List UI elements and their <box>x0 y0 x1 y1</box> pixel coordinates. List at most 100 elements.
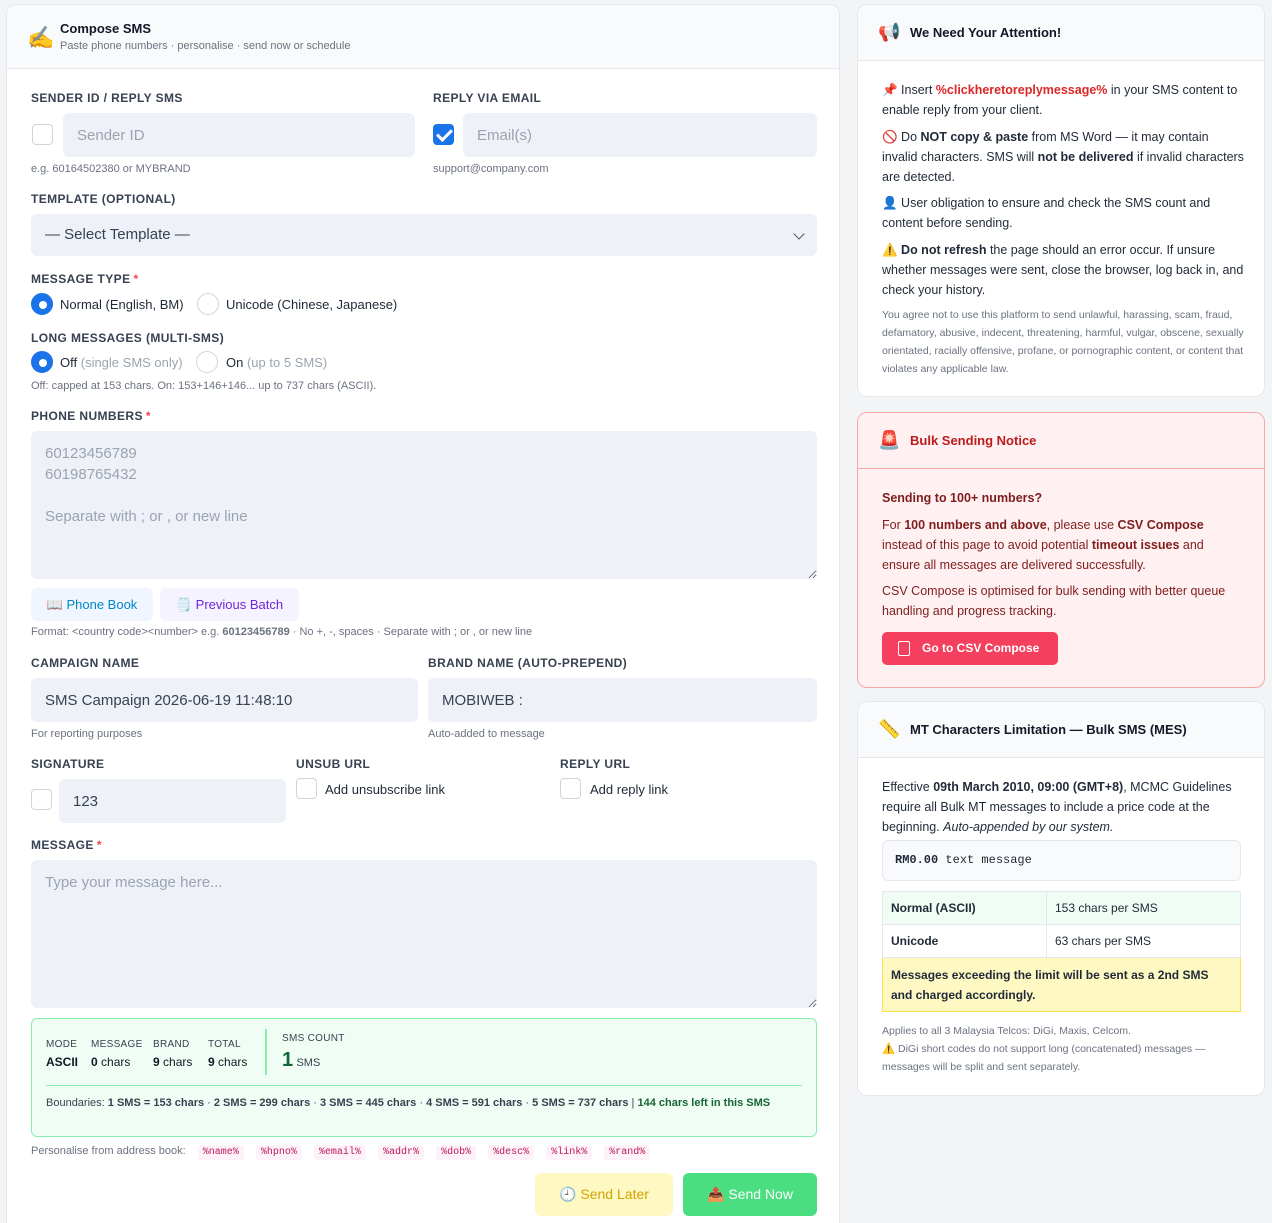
attention-title: We Need Your Attention! <box>910 25 1062 40</box>
sms-boundaries: Boundaries: 1 SMS = 153 chars · 2 SMS = … <box>46 1097 771 1109</box>
radio-unicode[interactable] <box>197 293 219 315</box>
radio-long-off[interactable] <box>31 351 53 373</box>
phone-book-button[interactable]: 📖 Phone Book <box>31 588 153 621</box>
sender-id-input[interactable] <box>63 113 415 157</box>
compose-header: ✍️ Compose SMS Paste phone numbers · per… <box>7 5 839 69</box>
attention-terms: You agree not to use this platform to se… <box>882 309 1244 375</box>
compose-subtitle: Paste phone numbers · personalise · send… <box>60 40 351 52</box>
sms-stats-panel: MODE ASCII MESSAGE 0 chars BRAND 9 chars… <box>31 1018 817 1137</box>
tag-link[interactable]: %link% <box>546 1145 593 1160</box>
bulk-notice-card: 🚨 Bulk Sending Notice Sending to 100+ nu… <box>857 412 1265 688</box>
long-messages-help: Off: capped at 153 chars. On: 153+146+14… <box>31 380 377 392</box>
campaign-name-label: CAMPAIGN NAME <box>31 656 140 670</box>
signature-input[interactable] <box>59 779 286 823</box>
brand-name-input[interactable] <box>428 678 817 722</box>
sender-help: e.g. 60164502380 or MYBRAND <box>31 163 191 175</box>
signature-checkbox[interactable] <box>31 789 52 810</box>
signature-label: SIGNATURE <box>31 757 105 771</box>
go-to-csv-compose-button[interactable]: Go to CSV Compose <box>882 632 1058 665</box>
limit-description: Effective 09th March 2010, 09:00 (GMT+8)… <box>882 780 1232 834</box>
reply-url-checkbox-label: Add reply link <box>590 782 669 797</box>
campaign-name-input[interactable] <box>31 678 418 722</box>
long-messages-label: LONG MESSAGES (MULTI-SMS) <box>31 331 225 345</box>
compose-panel: ✍️ Compose SMS Paste phone numbers · per… <box>6 4 840 1223</box>
unsub-checkbox[interactable] <box>296 778 317 799</box>
radio-normal[interactable] <box>31 293 53 315</box>
bulk-title: Bulk Sending Notice <box>910 433 1037 448</box>
template-label: TEMPLATE (OPTIONAL) <box>31 192 176 206</box>
compose-title: Compose SMS <box>60 21 152 36</box>
bulk-question: Sending to 100+ numbers? <box>882 491 1043 505</box>
tag-hpno[interactable]: %hpno% <box>255 1145 302 1160</box>
mode-value: ASCII <box>46 1055 79 1069</box>
message-length-key: MESSAGE <box>91 1039 143 1050</box>
limit-footnote: Applies to all 3 Malaysia Telcos: DiGi, … <box>882 1025 1206 1073</box>
email-label: REPLY VIA EMAIL <box>433 91 542 105</box>
unsub-url-label: UNSUB URL <box>296 757 371 771</box>
message-length-value: 0 chars <box>91 1055 131 1069</box>
tag-name[interactable]: %name% <box>197 1145 244 1160</box>
table-row: Unicode 63 chars per SMS <box>882 924 1241 958</box>
chevron-down-icon <box>793 228 805 240</box>
brand-name-label: BRAND NAME (AUTO-PREPEND) <box>428 656 628 670</box>
bulk-csv-note: CSV Compose is optimised for bulk sendin… <box>882 584 1226 618</box>
reply-url-label: REPLY URL <box>560 757 631 771</box>
chars-left: 144 chars left in this SMS <box>637 1097 771 1109</box>
bulk-header: 🚨 Bulk Sending Notice <box>858 413 1264 469</box>
personalise-row: Personalise from address book: %name% %h… <box>31 1145 651 1160</box>
tag-dob[interactable]: %dob% <box>436 1145 477 1160</box>
radio-long-on-label: On (up to 5 SMS) <box>226 355 328 370</box>
sms-count-key: SMS COUNT <box>282 1033 345 1044</box>
sender-label: SENDER ID / REPLY SMS <box>31 91 183 105</box>
brand-length-key: BRAND <box>153 1039 190 1050</box>
stats-separator <box>265 1029 267 1075</box>
unsub-checkbox-label: Add unsubscribe link <box>325 782 445 797</box>
phone-format-help: Format: <country code><number> e.g. 6012… <box>31 626 533 638</box>
template-select[interactable]: — Select Template — <box>31 214 817 256</box>
limit-val-normal: 153 chars per SMS <box>1046 891 1241 925</box>
attention-obligation-tip: 👤 User obligation to ensure and check th… <box>882 196 1211 230</box>
limit-title: MT Characters Limitation — Bulk SMS (MES… <box>910 722 1187 737</box>
attention-card: 📢 We Need Your Attention! 📌 Insert %clic… <box>857 4 1265 397</box>
file-icon <box>898 641 910 656</box>
message-textarea[interactable] <box>31 860 817 1008</box>
table-row: Messages exceeding the limit will be sen… <box>882 957 1241 1012</box>
attention-refresh-tip: ⚠️ Do not refresh the page should an err… <box>882 243 1244 297</box>
tag-addr[interactable]: %addr% <box>377 1145 424 1160</box>
send-later-button[interactable]: 🕘 Send Later <box>535 1173 673 1216</box>
radio-normal-label: Normal (English, BM) <box>60 297 184 312</box>
previous-batch-button[interactable]: 🗒️ Previous Batch <box>160 588 299 621</box>
tag-desc[interactable]: %desc% <box>488 1145 535 1160</box>
brand-name-help: Auto-added to message <box>428 728 545 740</box>
stats-divider <box>46 1085 802 1086</box>
tag-rand[interactable]: %rand% <box>604 1145 651 1160</box>
campaign-name-help: For reporting purposes <box>31 728 143 740</box>
message-type-label: MESSAGE TYPE * <box>31 272 139 286</box>
limit-header: 📏 MT Characters Limitation — Bulk SMS (M… <box>858 702 1264 758</box>
total-length-key: TOTAL <box>208 1039 241 1050</box>
limit-val-unicode: 63 chars per SMS <box>1046 924 1241 958</box>
price-code-example: RM0.00 text message <box>882 840 1241 881</box>
tag-email[interactable]: %email% <box>313 1145 366 1160</box>
attention-reply-tip: 📌 Insert %clickheretoreplymessage% in yo… <box>882 83 1238 117</box>
radio-unicode-label: Unicode (Chinese, Japanese) <box>226 297 398 312</box>
mode-key: MODE <box>46 1039 78 1050</box>
email-help: support@company.com <box>433 163 549 175</box>
phone-numbers-label: PHONE NUMBERS * <box>31 409 151 423</box>
template-selected-value: — Select Template — <box>45 226 190 243</box>
limit-key-normal: Normal (ASCII) <box>882 891 1047 925</box>
reply-url-checkbox[interactable] <box>560 778 581 799</box>
email-checkbox[interactable] <box>433 124 454 145</box>
message-label: MESSAGE * <box>31 838 102 852</box>
table-row: Normal (ASCII) 153 chars per SMS <box>882 891 1241 925</box>
email-input[interactable] <box>463 113 817 157</box>
phone-numbers-textarea[interactable] <box>31 431 817 579</box>
brand-length-value: 9 chars <box>153 1055 193 1069</box>
attention-copy-paste-tip: 🚫 Do NOT copy & paste from MS Word — it … <box>882 130 1244 184</box>
mt-limit-card: 📏 MT Characters Limitation — Bulk SMS (M… <box>857 701 1265 1096</box>
radio-long-on[interactable] <box>196 351 218 373</box>
radio-long-off-label: Off (single SMS only) <box>60 355 183 370</box>
sender-checkbox[interactable] <box>32 124 53 145</box>
ruler-icon: 📏 <box>878 719 901 739</box>
send-now-button[interactable]: 📤 Send Now <box>683 1173 817 1216</box>
